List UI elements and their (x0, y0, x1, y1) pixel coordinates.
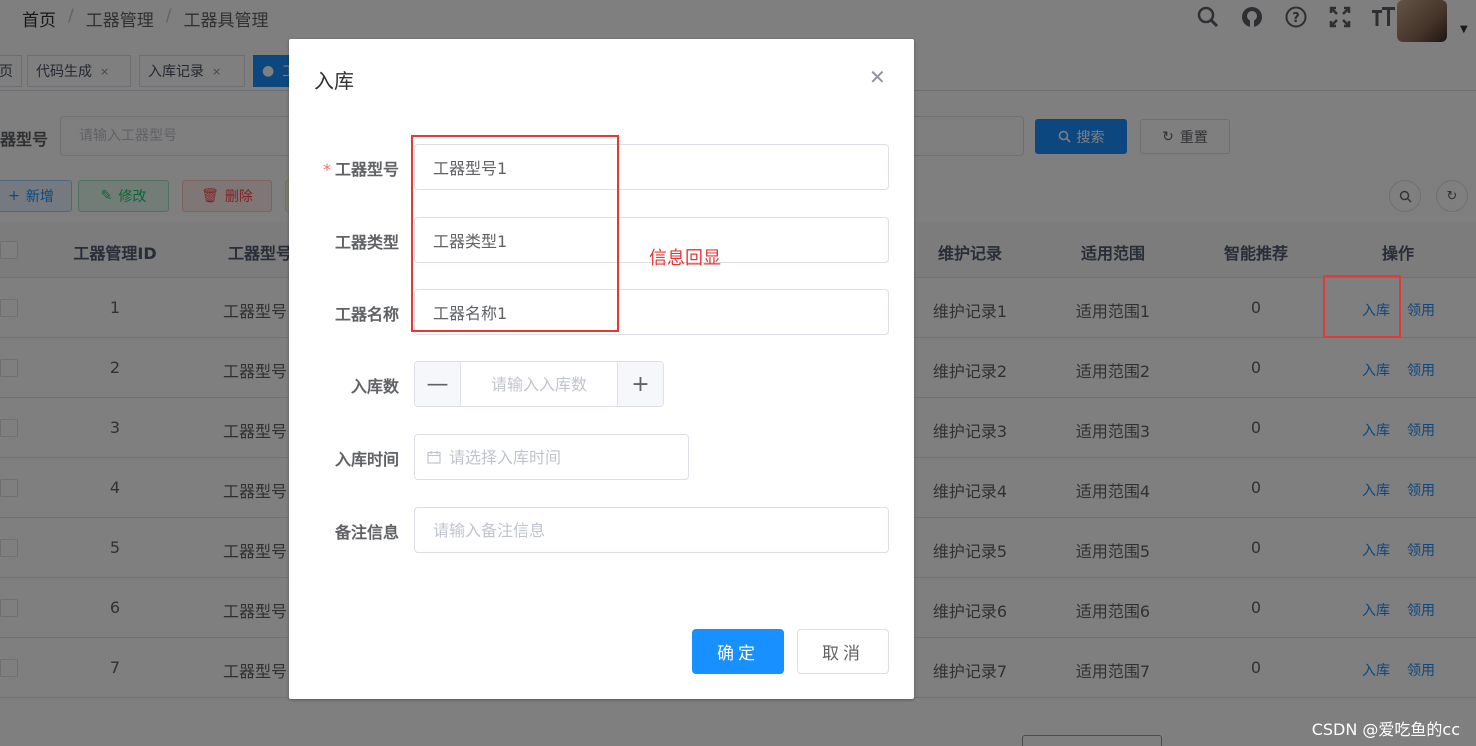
confirm-button[interactable]: 确定 (692, 629, 784, 674)
decrement-button[interactable]: — (415, 362, 461, 406)
required-asterisk: * (322, 160, 331, 179)
increment-button[interactable]: + (617, 362, 663, 406)
watermark: CSDN @爱吃鱼的cc (1311, 720, 1460, 739)
name-field-label: 工器名称 (334, 305, 399, 324)
quantity-field-label: 入库数 (350, 377, 399, 396)
type-field-label: 工器类型 (334, 233, 399, 252)
time-input[interactable] (449, 447, 669, 467)
dialog-title: 入库 (314, 69, 354, 93)
model-field-label: * 工器型号 (322, 160, 399, 179)
remark-field[interactable] (414, 507, 889, 553)
date-picker[interactable] (414, 434, 689, 480)
cancel-button[interactable]: 取消 (797, 629, 889, 674)
annotation-text: 信息回显 (649, 248, 721, 269)
annotation-box-fields (411, 135, 619, 332)
quantity-stepper: — + (414, 361, 664, 407)
quantity-input[interactable] (461, 362, 617, 406)
form-item-remark: 备注信息 (289, 507, 914, 553)
time-field-label: 入库时间 (334, 450, 399, 469)
form-item-time: 入库时间 (289, 434, 914, 480)
calendar-icon (427, 451, 441, 464)
close-icon[interactable]: ✕ (869, 65, 886, 89)
annotation-box-action (1323, 275, 1401, 338)
remark-field-label: 备注信息 (334, 523, 399, 542)
form-item-quantity: 入库数 — + (289, 361, 914, 407)
